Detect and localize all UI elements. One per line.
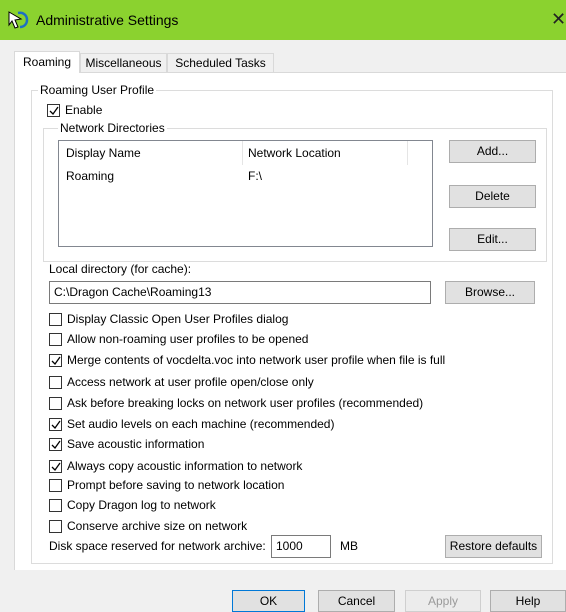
prompt-before-saving-to-network-location-checkbox[interactable] xyxy=(49,479,62,492)
always-copy-acoustic-information-to-netw-checkbox[interactable] xyxy=(49,460,62,473)
always-copy-acoustic-information-to-netw-label: Always copy acoustic information to netw… xyxy=(67,459,303,473)
close-icon[interactable]: ✕ xyxy=(551,9,566,29)
network-directories-legend: Network Directories xyxy=(58,121,167,135)
row-display-name: Roaming xyxy=(66,169,115,183)
local-directory-label: Local directory (for cache): xyxy=(49,262,192,276)
ask-before-breaking-locks-on-network-use-checkbox[interactable] xyxy=(49,397,62,410)
disk-space-input[interactable]: 1000 xyxy=(271,535,331,558)
allow-non-roaming-user-profiles-to-be-op-label: Allow non-roaming user profiles to be op… xyxy=(67,332,309,346)
access-network-at-user-profile-open-clos-checkbox[interactable] xyxy=(49,376,62,389)
tab-roaming[interactable]: Roaming xyxy=(14,51,80,73)
display-classic-open-user-profiles-dialo-label: Display Classic Open User Profiles dialo… xyxy=(67,312,289,326)
local-directory-input[interactable]: C:\Dragon Cache\Roaming13 xyxy=(49,281,431,304)
dragon-app-icon xyxy=(7,10,29,30)
ok-button[interactable]: OK xyxy=(232,590,305,612)
display-classic-open-user-profiles-dialo-checkbox[interactable] xyxy=(49,313,62,326)
column-header-network-location[interactable]: Network Location xyxy=(248,141,341,165)
set-audio-levels-on-each-machine-recomme-label: Set audio levels on each machine (recomm… xyxy=(67,417,335,431)
add-button[interactable]: Add... xyxy=(449,140,536,163)
merge-contents-of-vocdelta-voc-into-netw-label: Merge contents of vocdelta.voc into netw… xyxy=(67,353,446,367)
enable-label: Enable xyxy=(65,103,103,117)
network-directories-list[interactable]: Display Name Network Location Roaming F:… xyxy=(58,140,433,247)
conserve-archive-size-on-network-checkbox[interactable] xyxy=(49,520,62,533)
access-network-at-user-profile-open-clos-label: Access network at user profile open/clos… xyxy=(67,375,314,389)
save-acoustic-information-checkbox[interactable] xyxy=(49,438,62,451)
tab-miscellaneous[interactable]: Miscellaneous xyxy=(80,53,167,72)
apply-button[interactable]: Apply xyxy=(405,590,481,612)
cancel-button[interactable]: Cancel xyxy=(318,590,395,612)
restore-defaults-button[interactable]: Restore defaults xyxy=(445,535,542,558)
enable-checkbox[interactable] xyxy=(47,104,60,117)
roaming-user-profile-legend: Roaming User Profile xyxy=(38,83,157,97)
row-network-location: F:\ xyxy=(248,169,262,183)
disk-space-unit: MB xyxy=(340,539,358,553)
conserve-archive-size-on-network-label: Conserve archive size on network xyxy=(67,519,248,533)
tab-scheduled-tasks[interactable]: Scheduled Tasks xyxy=(167,53,274,72)
copy-dragon-log-to-network-label: Copy Dragon log to network xyxy=(67,498,216,512)
delete-button[interactable]: Delete xyxy=(449,185,536,208)
browse-button[interactable]: Browse... xyxy=(445,281,535,304)
list-row-roaming[interactable]: Roaming F:\ xyxy=(59,167,432,185)
disk-space-label: Disk space reserved for network archive: xyxy=(49,539,266,553)
column-divider xyxy=(242,141,243,165)
edit-button[interactable]: Edit... xyxy=(449,228,536,251)
allow-non-roaming-user-profiles-to-be-op-checkbox[interactable] xyxy=(49,333,62,346)
ask-before-breaking-locks-on-network-use-label: Ask before breaking locks on network use… xyxy=(67,396,424,410)
set-audio-levels-on-each-machine-recomme-checkbox[interactable] xyxy=(49,418,62,431)
prompt-before-saving-to-network-location-label: Prompt before saving to network location xyxy=(67,478,285,492)
window-title: Administrative Settings xyxy=(36,12,179,28)
save-acoustic-information-label: Save acoustic information xyxy=(67,437,205,451)
copy-dragon-log-to-network-checkbox[interactable] xyxy=(49,499,62,512)
title-bar: Administrative Settings ✕ xyxy=(0,0,566,40)
column-header-display-name[interactable]: Display Name xyxy=(66,141,141,165)
help-button[interactable]: Help xyxy=(490,590,566,612)
merge-contents-of-vocdelta-voc-into-netw-checkbox[interactable] xyxy=(49,354,62,367)
column-divider xyxy=(407,141,408,165)
